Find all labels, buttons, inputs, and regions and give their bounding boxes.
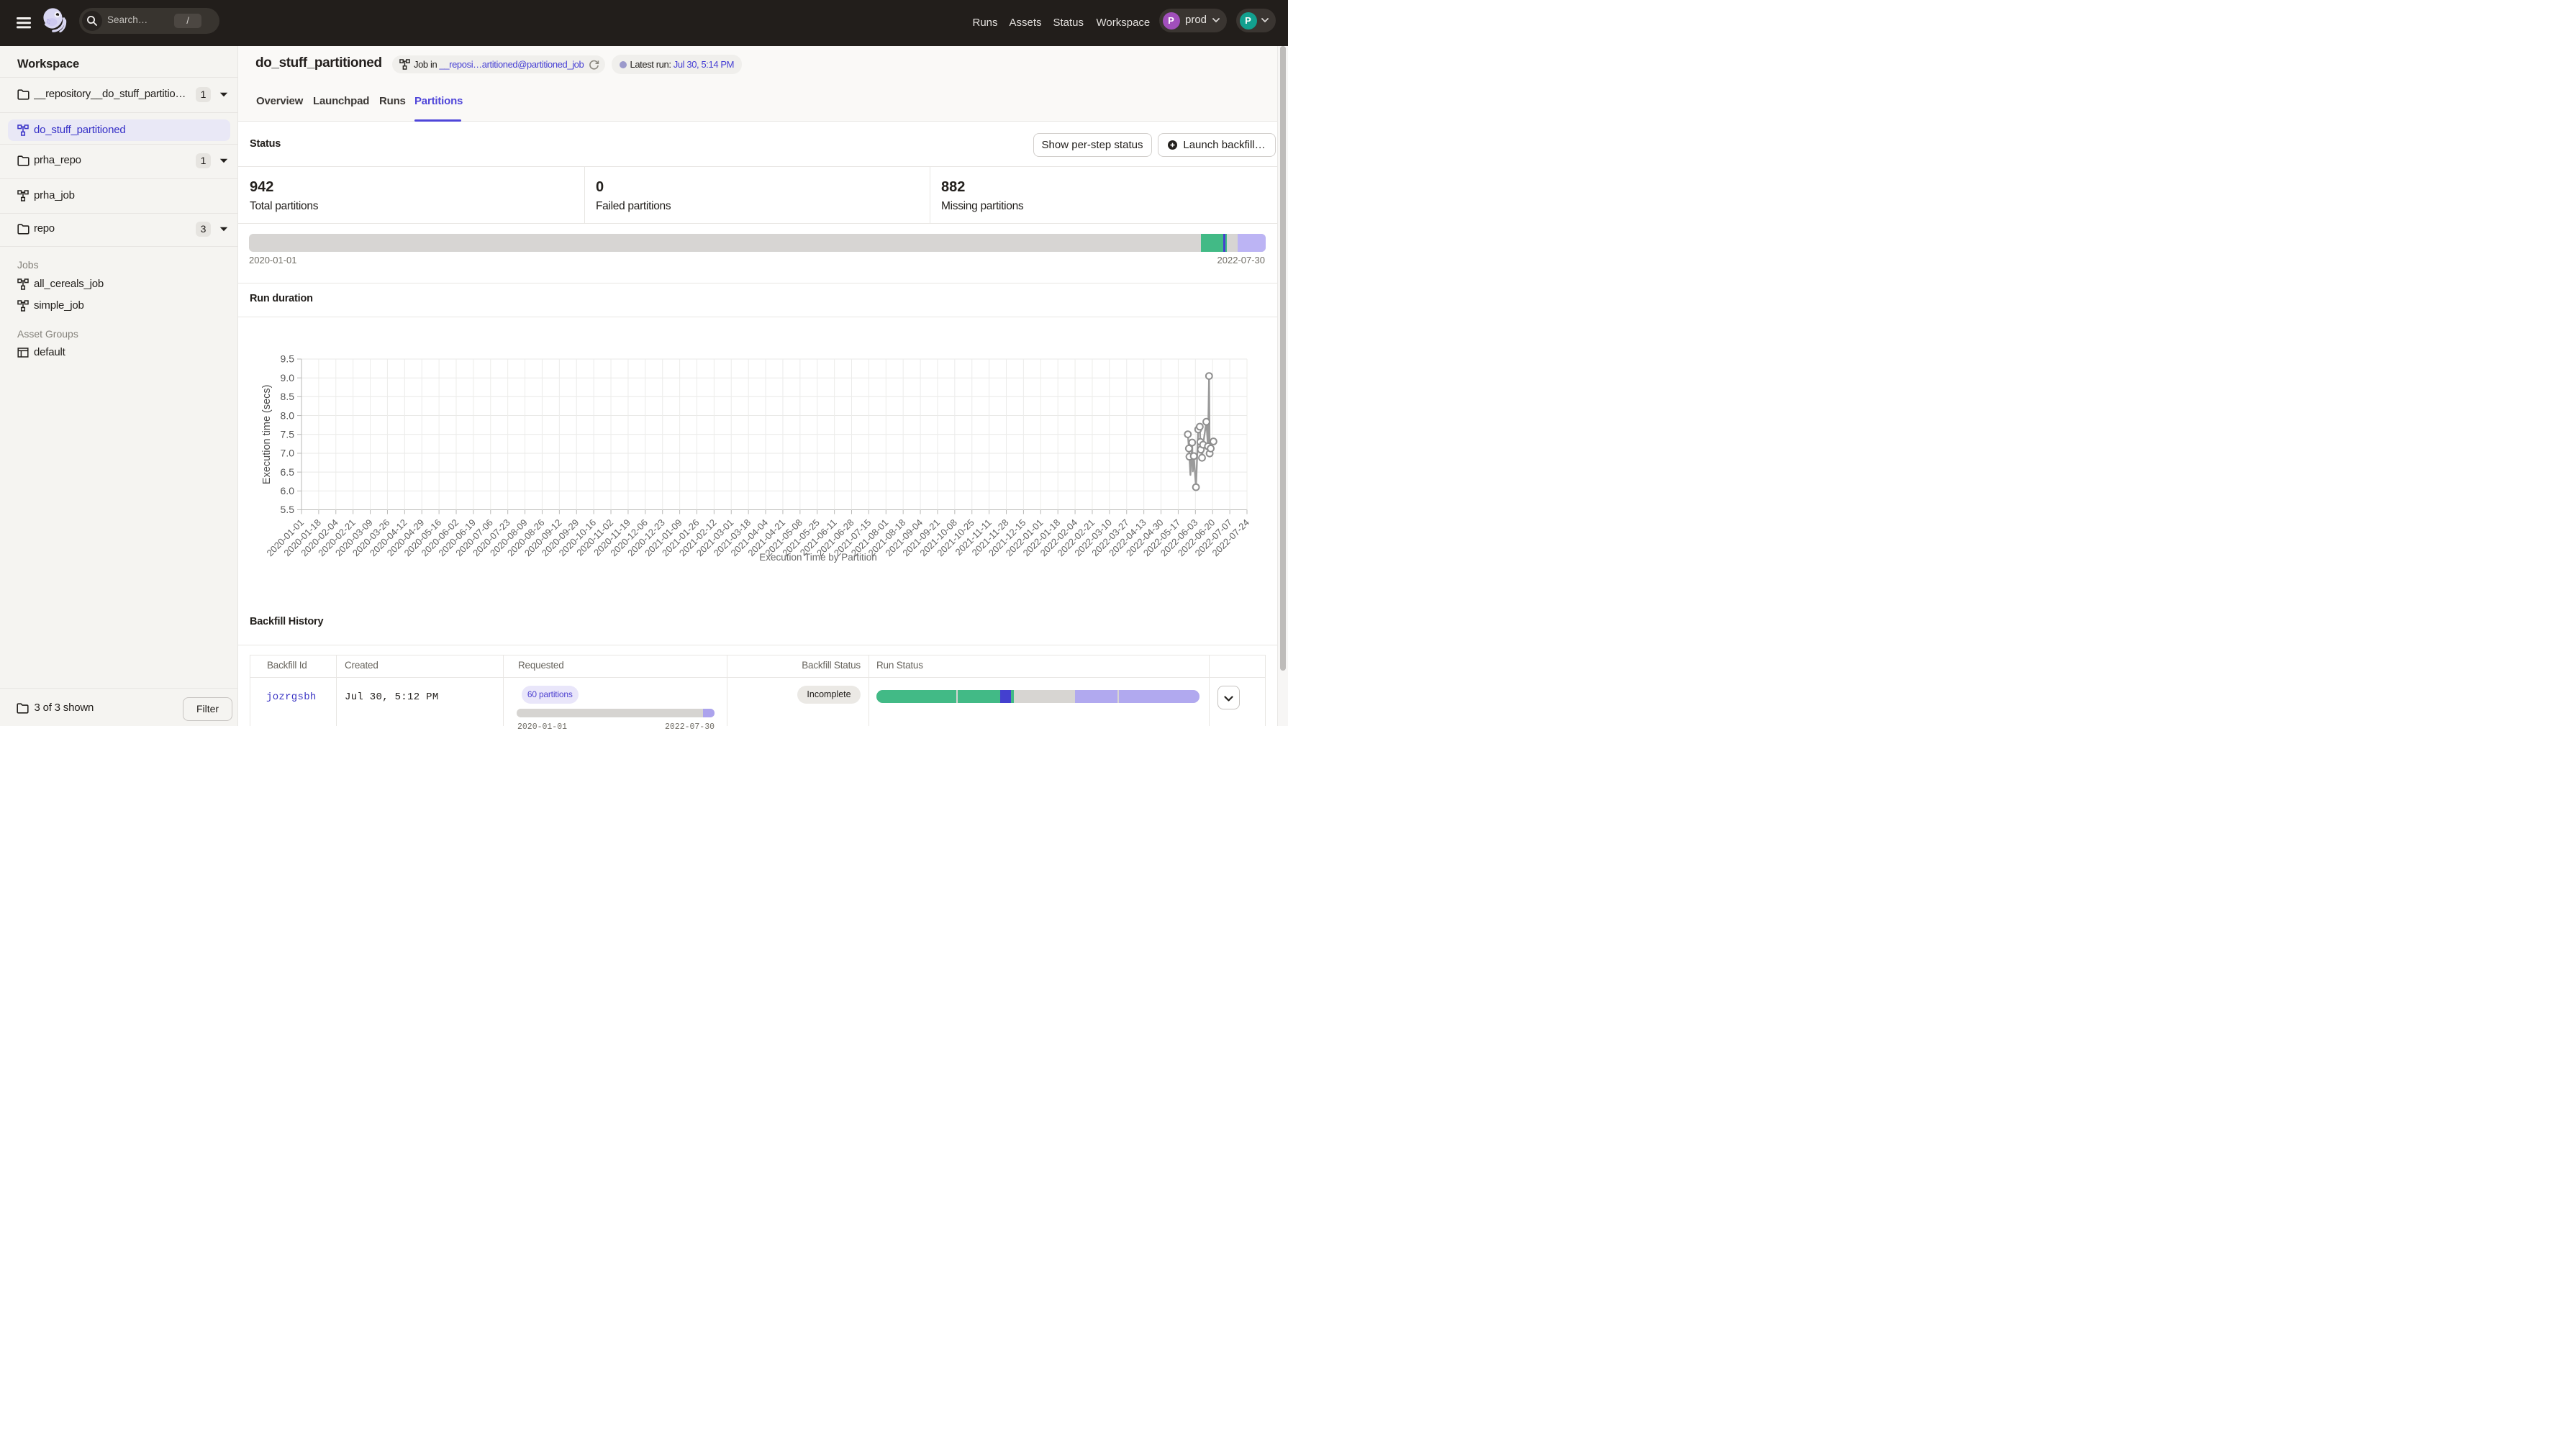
svg-text:9.5: 9.5 <box>281 353 295 365</box>
svg-text:9.0: 9.0 <box>281 372 295 384</box>
svg-text:8.0: 8.0 <box>281 409 295 421</box>
svg-text:6.5: 6.5 <box>281 466 295 478</box>
svg-text:7.5: 7.5 <box>281 428 295 440</box>
svg-text:8.5: 8.5 <box>281 391 295 402</box>
svg-text:7.0: 7.0 <box>281 448 295 459</box>
svg-text:Execution time (secs): Execution time (secs) <box>261 384 273 484</box>
svg-text:5.5: 5.5 <box>281 504 295 515</box>
svg-text:6.0: 6.0 <box>281 485 295 496</box>
svg-text:Execution Time by Partition: Execution Time by Partition <box>759 552 877 563</box>
